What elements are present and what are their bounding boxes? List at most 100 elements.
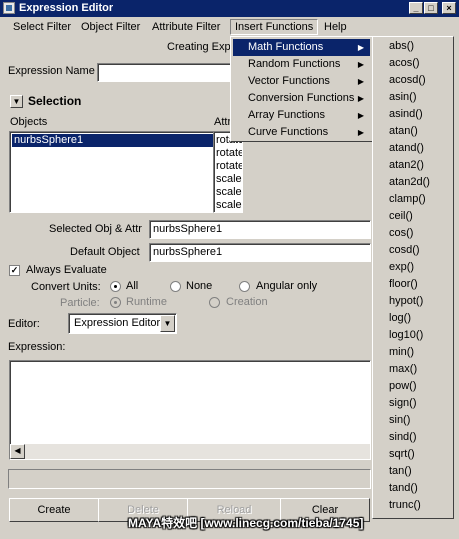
function-sign[interactable]: sign() [389, 395, 417, 412]
function-atand[interactable]: atand() [389, 140, 424, 157]
attribute-item[interactable]: rotateY [216, 147, 242, 160]
expression-label: Expression: [8, 341, 66, 353]
function-min[interactable]: min() [389, 344, 414, 361]
watermark-text: MAYA特效吧 [www.linecg.com/tieba/1745] [128, 516, 364, 530]
default-object-label: Default Object [70, 246, 140, 258]
function-sind[interactable]: sind() [389, 429, 417, 446]
function-abs[interactable]: abs() [389, 38, 414, 55]
scroll-left-icon[interactable]: ◀ [10, 444, 25, 459]
window-title: Expression Editor [19, 2, 114, 14]
menu-bar: Select Filter Object Filter Attribute Fi… [0, 18, 459, 36]
expression-name-label: Expression Name [8, 65, 95, 77]
function-cos[interactable]: cos() [389, 225, 413, 242]
insert-functions-menu: Math Functions ▶ Random Functions ▶ Vect… [230, 36, 373, 142]
minimize-button[interactable]: _ [409, 2, 423, 14]
function-ceil[interactable]: ceil() [389, 208, 413, 225]
menu-item-math-functions[interactable]: Math Functions ▶ [233, 39, 370, 56]
particle-label: Particle: [60, 297, 100, 309]
selection-collapse-icon[interactable]: ▼ [10, 95, 23, 108]
math-functions-submenu: abs() acos() acosd() asin() asind() atan… [372, 36, 454, 519]
selected-obj-attr-field[interactable]: nurbsSphere1 [149, 220, 371, 239]
menu-attribute-filter[interactable]: Attribute Filter [148, 20, 224, 35]
expression-horizontal-scrollbar[interactable]: ◀ [10, 444, 370, 459]
objects-list[interactable]: nurbsSphere1 [9, 131, 214, 213]
attributes-header: Attr [214, 116, 232, 128]
function-sin[interactable]: sin() [389, 412, 410, 429]
selection-section-title: Selection [28, 94, 82, 108]
close-button[interactable]: × [442, 2, 456, 14]
function-acosd[interactable]: acosd() [389, 72, 426, 89]
expression-name-field[interactable] [97, 63, 237, 82]
function-acos[interactable]: acos() [389, 55, 420, 72]
attribute-item[interactable]: scaleY [216, 186, 242, 199]
submenu-arrow-icon: ▶ [357, 128, 364, 137]
always-evaluate-label: Always Evaluate [26, 264, 107, 276]
submenu-arrow-icon: ▶ [357, 77, 364, 86]
editor-label: Editor: [8, 318, 40, 330]
menu-item-label: Conversion Functions [248, 92, 355, 104]
menu-item-label: Curve Functions [248, 126, 329, 138]
function-atan2[interactable]: atan2() [389, 157, 424, 174]
attribute-item[interactable]: scaleX [216, 173, 242, 186]
function-sqrt[interactable]: sqrt() [389, 446, 415, 463]
menu-item-random-functions[interactable]: Random Functions ▶ [233, 56, 370, 73]
menu-item-vector-functions[interactable]: Vector Functions ▶ [233, 73, 370, 90]
convert-units-angular-label: Angular only [256, 280, 318, 292]
creating-expression-label: Creating Expr [167, 41, 235, 53]
convert-units-all-radio[interactable] [110, 281, 121, 292]
menu-item-array-functions[interactable]: Array Functions ▶ [233, 107, 370, 124]
function-asind[interactable]: asind() [389, 106, 423, 123]
particle-runtime-radio[interactable] [110, 297, 121, 308]
create-button[interactable]: Create [9, 498, 99, 522]
attribute-item[interactable]: rotateZ [216, 160, 242, 173]
function-trunc[interactable]: trunc() [389, 497, 421, 514]
submenu-arrow-icon: ▶ [357, 60, 364, 69]
menu-object-filter[interactable]: Object Filter [77, 20, 144, 35]
submenu-arrow-icon: ▶ [357, 94, 364, 103]
function-log[interactable]: log() [389, 310, 411, 327]
attribute-item[interactable]: scaleZ [216, 199, 242, 212]
object-item-nurbssphere1[interactable]: nurbsSphere1 [12, 134, 213, 147]
function-floor[interactable]: floor() [389, 276, 418, 293]
convert-units-label: Convert Units: [31, 281, 101, 293]
convert-units-angular-radio[interactable] [239, 281, 250, 292]
function-atan2d[interactable]: atan2d() [389, 174, 430, 191]
chevron-down-icon[interactable]: ▼ [160, 315, 175, 332]
function-hypot[interactable]: hypot() [389, 293, 423, 310]
function-pow[interactable]: pow() [389, 378, 417, 395]
default-object-field[interactable]: nurbsSphere1 [149, 243, 371, 262]
submenu-arrow-icon: ▶ [357, 111, 364, 120]
menu-item-label: Random Functions [248, 58, 341, 70]
particle-creation-label: Creation [226, 296, 268, 308]
menu-help[interactable]: Help [320, 20, 351, 35]
title-bar: Expression Editor _ □ × [0, 0, 459, 17]
menu-item-curve-functions[interactable]: Curve Functions ▶ [233, 124, 370, 141]
selected-obj-attr-label: Selected Obj & Attr [49, 223, 142, 235]
function-tan[interactable]: tan() [389, 463, 412, 480]
function-atan[interactable]: atan() [389, 123, 418, 140]
convert-units-none-label: None [186, 280, 213, 292]
function-exp[interactable]: exp() [389, 259, 414, 276]
editor-dropdown-value: Expression Editor [74, 317, 161, 329]
expression-editor-window: Expression Editor _ □ × Select Filter Ob… [0, 0, 459, 539]
convert-units-none-radio[interactable] [170, 281, 181, 292]
menu-item-label: Vector Functions [248, 75, 330, 87]
convert-units-all-label: All [126, 280, 139, 292]
function-asin[interactable]: asin() [389, 89, 417, 106]
function-max[interactable]: max() [389, 361, 417, 378]
function-cosd[interactable]: cosd() [389, 242, 420, 259]
maximize-button[interactable]: □ [424, 2, 438, 14]
attributes-list[interactable]: rotateX rotateY rotateZ scaleX scaleY sc… [213, 131, 243, 213]
menu-item-label: Array Functions [248, 109, 326, 121]
menu-select-filter[interactable]: Select Filter [9, 20, 75, 35]
function-log10[interactable]: log10() [389, 327, 423, 344]
menu-item-label: Math Functions [248, 41, 324, 53]
menu-item-conversion-functions[interactable]: Conversion Functions ▶ [233, 90, 370, 107]
status-bar [8, 469, 371, 489]
function-tand[interactable]: tand() [389, 480, 418, 497]
always-evaluate-checkbox[interactable]: ✓ [9, 265, 20, 276]
particle-runtime-label: Runtime [126, 296, 167, 308]
menu-insert-functions[interactable]: Insert Functions [230, 19, 319, 35]
particle-creation-radio[interactable] [209, 297, 220, 308]
function-clamp[interactable]: clamp() [389, 191, 426, 208]
